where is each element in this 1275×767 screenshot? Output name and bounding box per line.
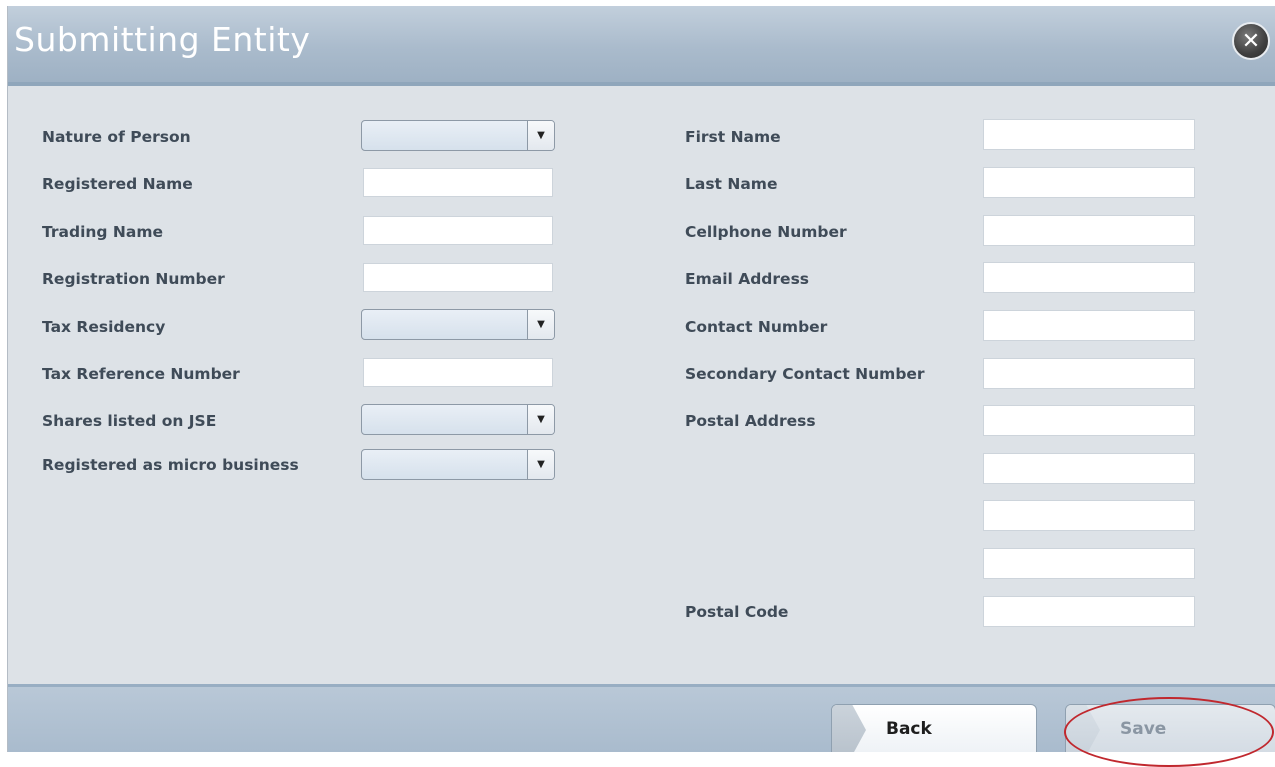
postal-address-line3-input[interactable]	[983, 500, 1195, 531]
close-icon[interactable]: ✕	[1232, 22, 1270, 60]
chevron-down-icon[interactable]: ▼	[527, 450, 554, 479]
registration-number-input[interactable]	[363, 263, 553, 292]
label-registered-name: Registered Name	[42, 175, 193, 193]
chevron-right-icon	[832, 705, 866, 752]
email-address-input[interactable]	[983, 262, 1195, 293]
label-registration-number: Registration Number	[42, 270, 225, 288]
label-trading-name: Trading Name	[42, 223, 164, 241]
title-bar: Submitting Entity ✕	[8, 6, 1275, 86]
secondary-contact-number-input[interactable]	[983, 358, 1195, 389]
save-button-label: Save	[1120, 719, 1167, 739]
trading-name-input[interactable]	[363, 216, 553, 245]
back-button[interactable]: Back	[831, 704, 1037, 752]
postal-address-line4-input[interactable]	[983, 548, 1195, 579]
dialog-footer: Back Save	[8, 684, 1275, 752]
label-contact-number: Contact Number	[685, 318, 828, 336]
label-tax-reference-number: Tax Reference Number	[42, 365, 240, 383]
save-button[interactable]: Save	[1065, 704, 1275, 752]
last-name-input[interactable]	[983, 167, 1195, 198]
nature-of-person-select[interactable]: ▼	[361, 120, 555, 151]
cellphone-number-input[interactable]	[983, 215, 1195, 246]
label-first-name: First Name	[685, 128, 781, 146]
back-button-label: Back	[886, 719, 932, 739]
shares-listed-on-jse-select[interactable]: ▼	[361, 404, 555, 435]
chevron-right-icon	[1066, 705, 1100, 752]
first-name-input[interactable]	[983, 119, 1195, 150]
label-nature-of-person: Nature of Person	[42, 128, 191, 146]
postal-address-line1-input[interactable]	[983, 405, 1195, 436]
tax-residency-select[interactable]: ▼	[361, 309, 555, 340]
label-email-address: Email Address	[685, 270, 810, 288]
postal-address-line2-input[interactable]	[983, 453, 1195, 484]
registered-as-micro-business-select[interactable]: ▼	[361, 449, 555, 480]
tax-reference-number-input[interactable]	[363, 358, 553, 387]
label-postal-address: Postal Address	[685, 412, 816, 430]
registered-name-input[interactable]	[363, 168, 553, 197]
label-shares-listed-on-jse: Shares listed on JSE	[42, 412, 217, 430]
label-secondary-contact-number: Secondary Contact Number	[685, 365, 925, 383]
submitting-entity-dialog: Submitting Entity ✕ Nature of Person ▼ R…	[7, 6, 1275, 752]
label-tax-residency: Tax Residency	[42, 318, 166, 336]
dialog-title: Submitting Entity	[14, 20, 311, 59]
label-postal-code: Postal Code	[685, 603, 789, 621]
label-cellphone-number: Cellphone Number	[685, 223, 847, 241]
chevron-down-icon[interactable]: ▼	[527, 121, 554, 150]
contact-number-input[interactable]	[983, 310, 1195, 341]
chevron-down-icon[interactable]: ▼	[527, 405, 554, 434]
label-last-name: Last Name	[685, 175, 778, 193]
label-registered-as-micro-business: Registered as micro business	[42, 456, 299, 474]
postal-code-input[interactable]	[983, 596, 1195, 627]
chevron-down-icon[interactable]: ▼	[527, 310, 554, 339]
